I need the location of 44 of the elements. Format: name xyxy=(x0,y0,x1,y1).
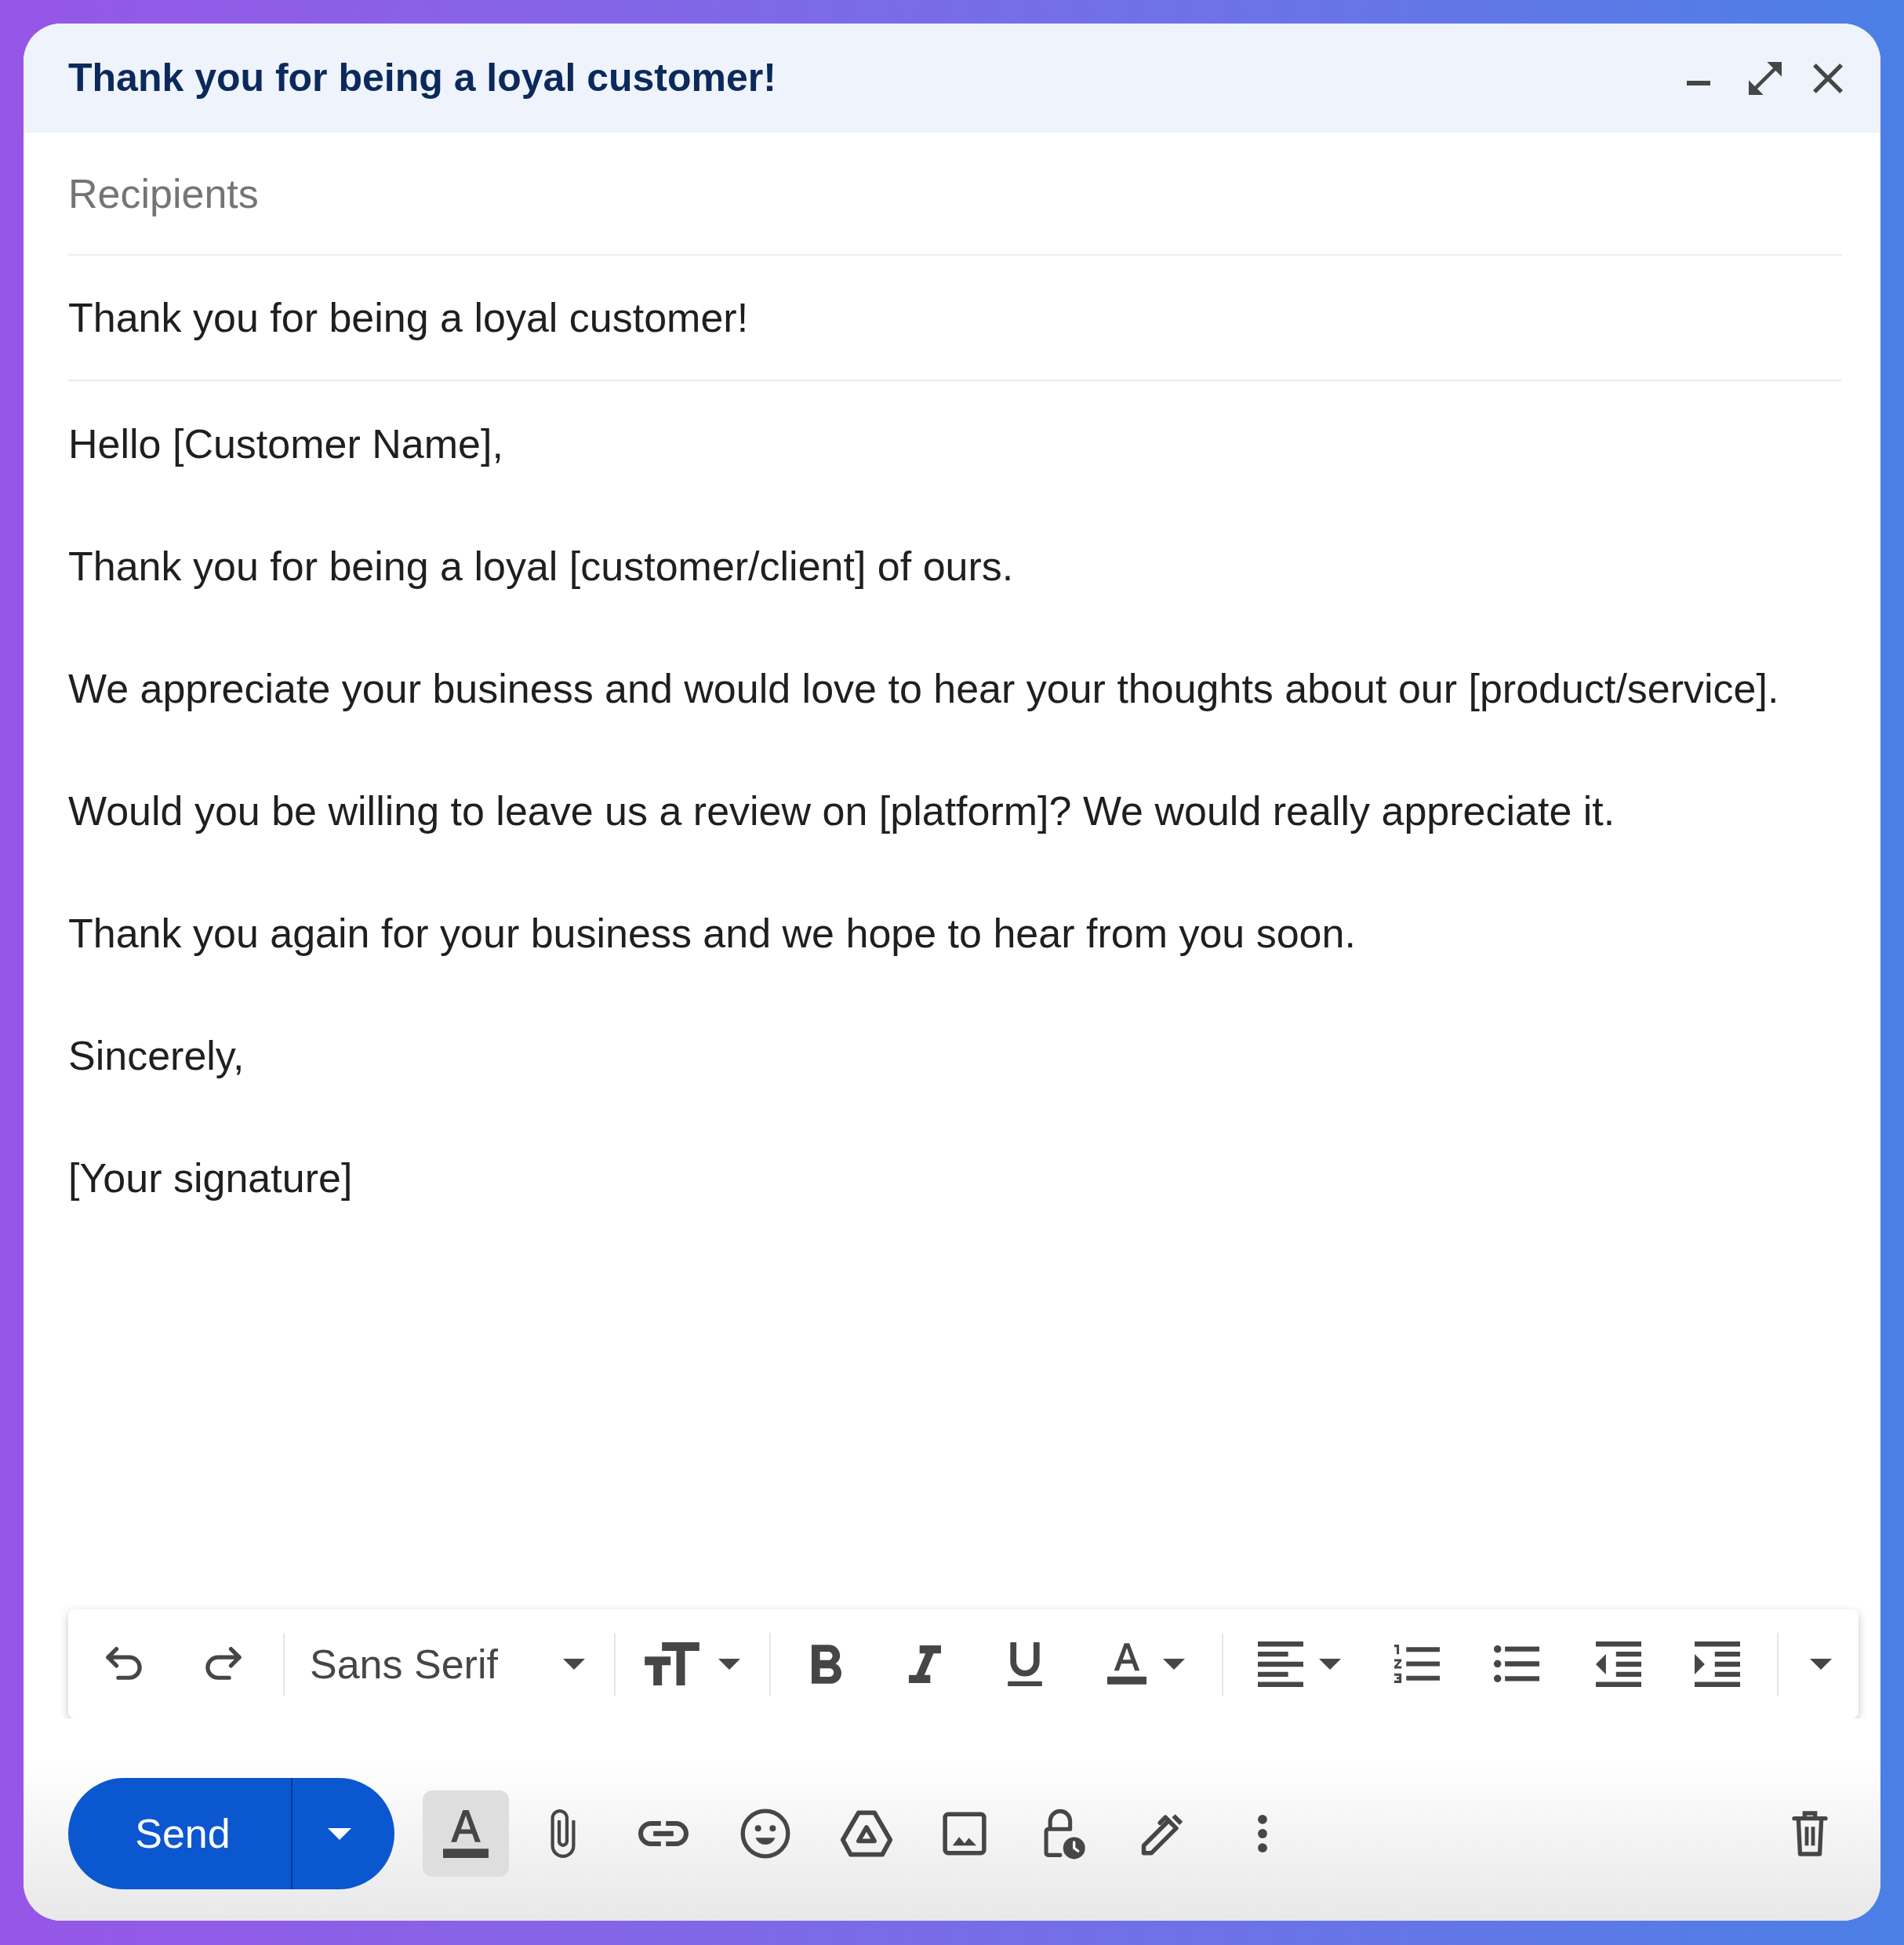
close-icon[interactable] xyxy=(1813,63,1843,93)
decrease-indent-icon xyxy=(1596,1641,1641,1687)
underline-icon xyxy=(1008,1641,1042,1686)
bulleted-list-icon xyxy=(1494,1645,1539,1682)
minimize-icon[interactable] xyxy=(1686,80,1711,85)
body-paragraph: Thank you again for your business and we hope to hear from you soon. xyxy=(68,910,1356,958)
increase-indent-icon xyxy=(1695,1641,1740,1687)
body-paragraph: [Your signature] xyxy=(68,1154,353,1202)
body-paragraph: Would you be willing to leave us a review on [platform]? We would really appreciate it. xyxy=(68,787,1615,835)
redo-icon xyxy=(204,1646,243,1681)
caret-icon xyxy=(1163,1658,1185,1670)
body-paragraph: Sincerely, xyxy=(68,1032,245,1080)
window-title: Thank you for being a loyal customer! xyxy=(68,55,776,101)
caret-icon xyxy=(718,1658,740,1670)
paperclip-icon[interactable] xyxy=(550,1809,576,1858)
italic-icon xyxy=(908,1645,941,1683)
subject-field[interactable]: Thank you for being a loyal customer! xyxy=(68,286,1842,349)
body-paragraph: We appreciate your business and would love to hear your thoughts about our [product/service]. xyxy=(68,665,1779,713)
more-options-icon[interactable] xyxy=(1257,1814,1268,1853)
send-button[interactable]: Send xyxy=(68,1778,293,1889)
caret-icon xyxy=(563,1658,585,1670)
trash-icon[interactable] xyxy=(1791,1810,1829,1857)
lock-clock-icon[interactable] xyxy=(1042,1807,1086,1860)
body-paragraph: Thank you for being a loyal [customer/client] of ours. xyxy=(68,543,1014,591)
align-left-icon xyxy=(1258,1641,1303,1687)
caret-icon xyxy=(328,1827,351,1840)
recipients-field[interactable]: Recipients xyxy=(68,162,1842,225)
bold-icon xyxy=(812,1644,841,1684)
send-options-button[interactable] xyxy=(293,1778,394,1889)
caret-icon xyxy=(1810,1658,1832,1670)
caret-icon xyxy=(1319,1658,1341,1670)
numbered-list-icon xyxy=(1394,1645,1440,1683)
image-icon[interactable] xyxy=(942,1811,987,1856)
emoji-icon[interactable] xyxy=(740,1809,790,1859)
text-color-icon xyxy=(1107,1643,1146,1685)
triangle-icon[interactable] xyxy=(839,1809,894,1858)
body-paragraph: Hello [Customer Name], xyxy=(68,420,503,468)
font-dropdown[interactable]: Sans Serif xyxy=(300,1634,602,1694)
undo-icon xyxy=(104,1646,144,1681)
text-size-icon xyxy=(645,1642,699,1685)
expand-icon[interactable] xyxy=(1749,61,1782,95)
text-format-icon xyxy=(443,1809,489,1858)
link-icon[interactable] xyxy=(638,1821,689,1846)
formatting-options-button[interactable] xyxy=(423,1790,509,1877)
